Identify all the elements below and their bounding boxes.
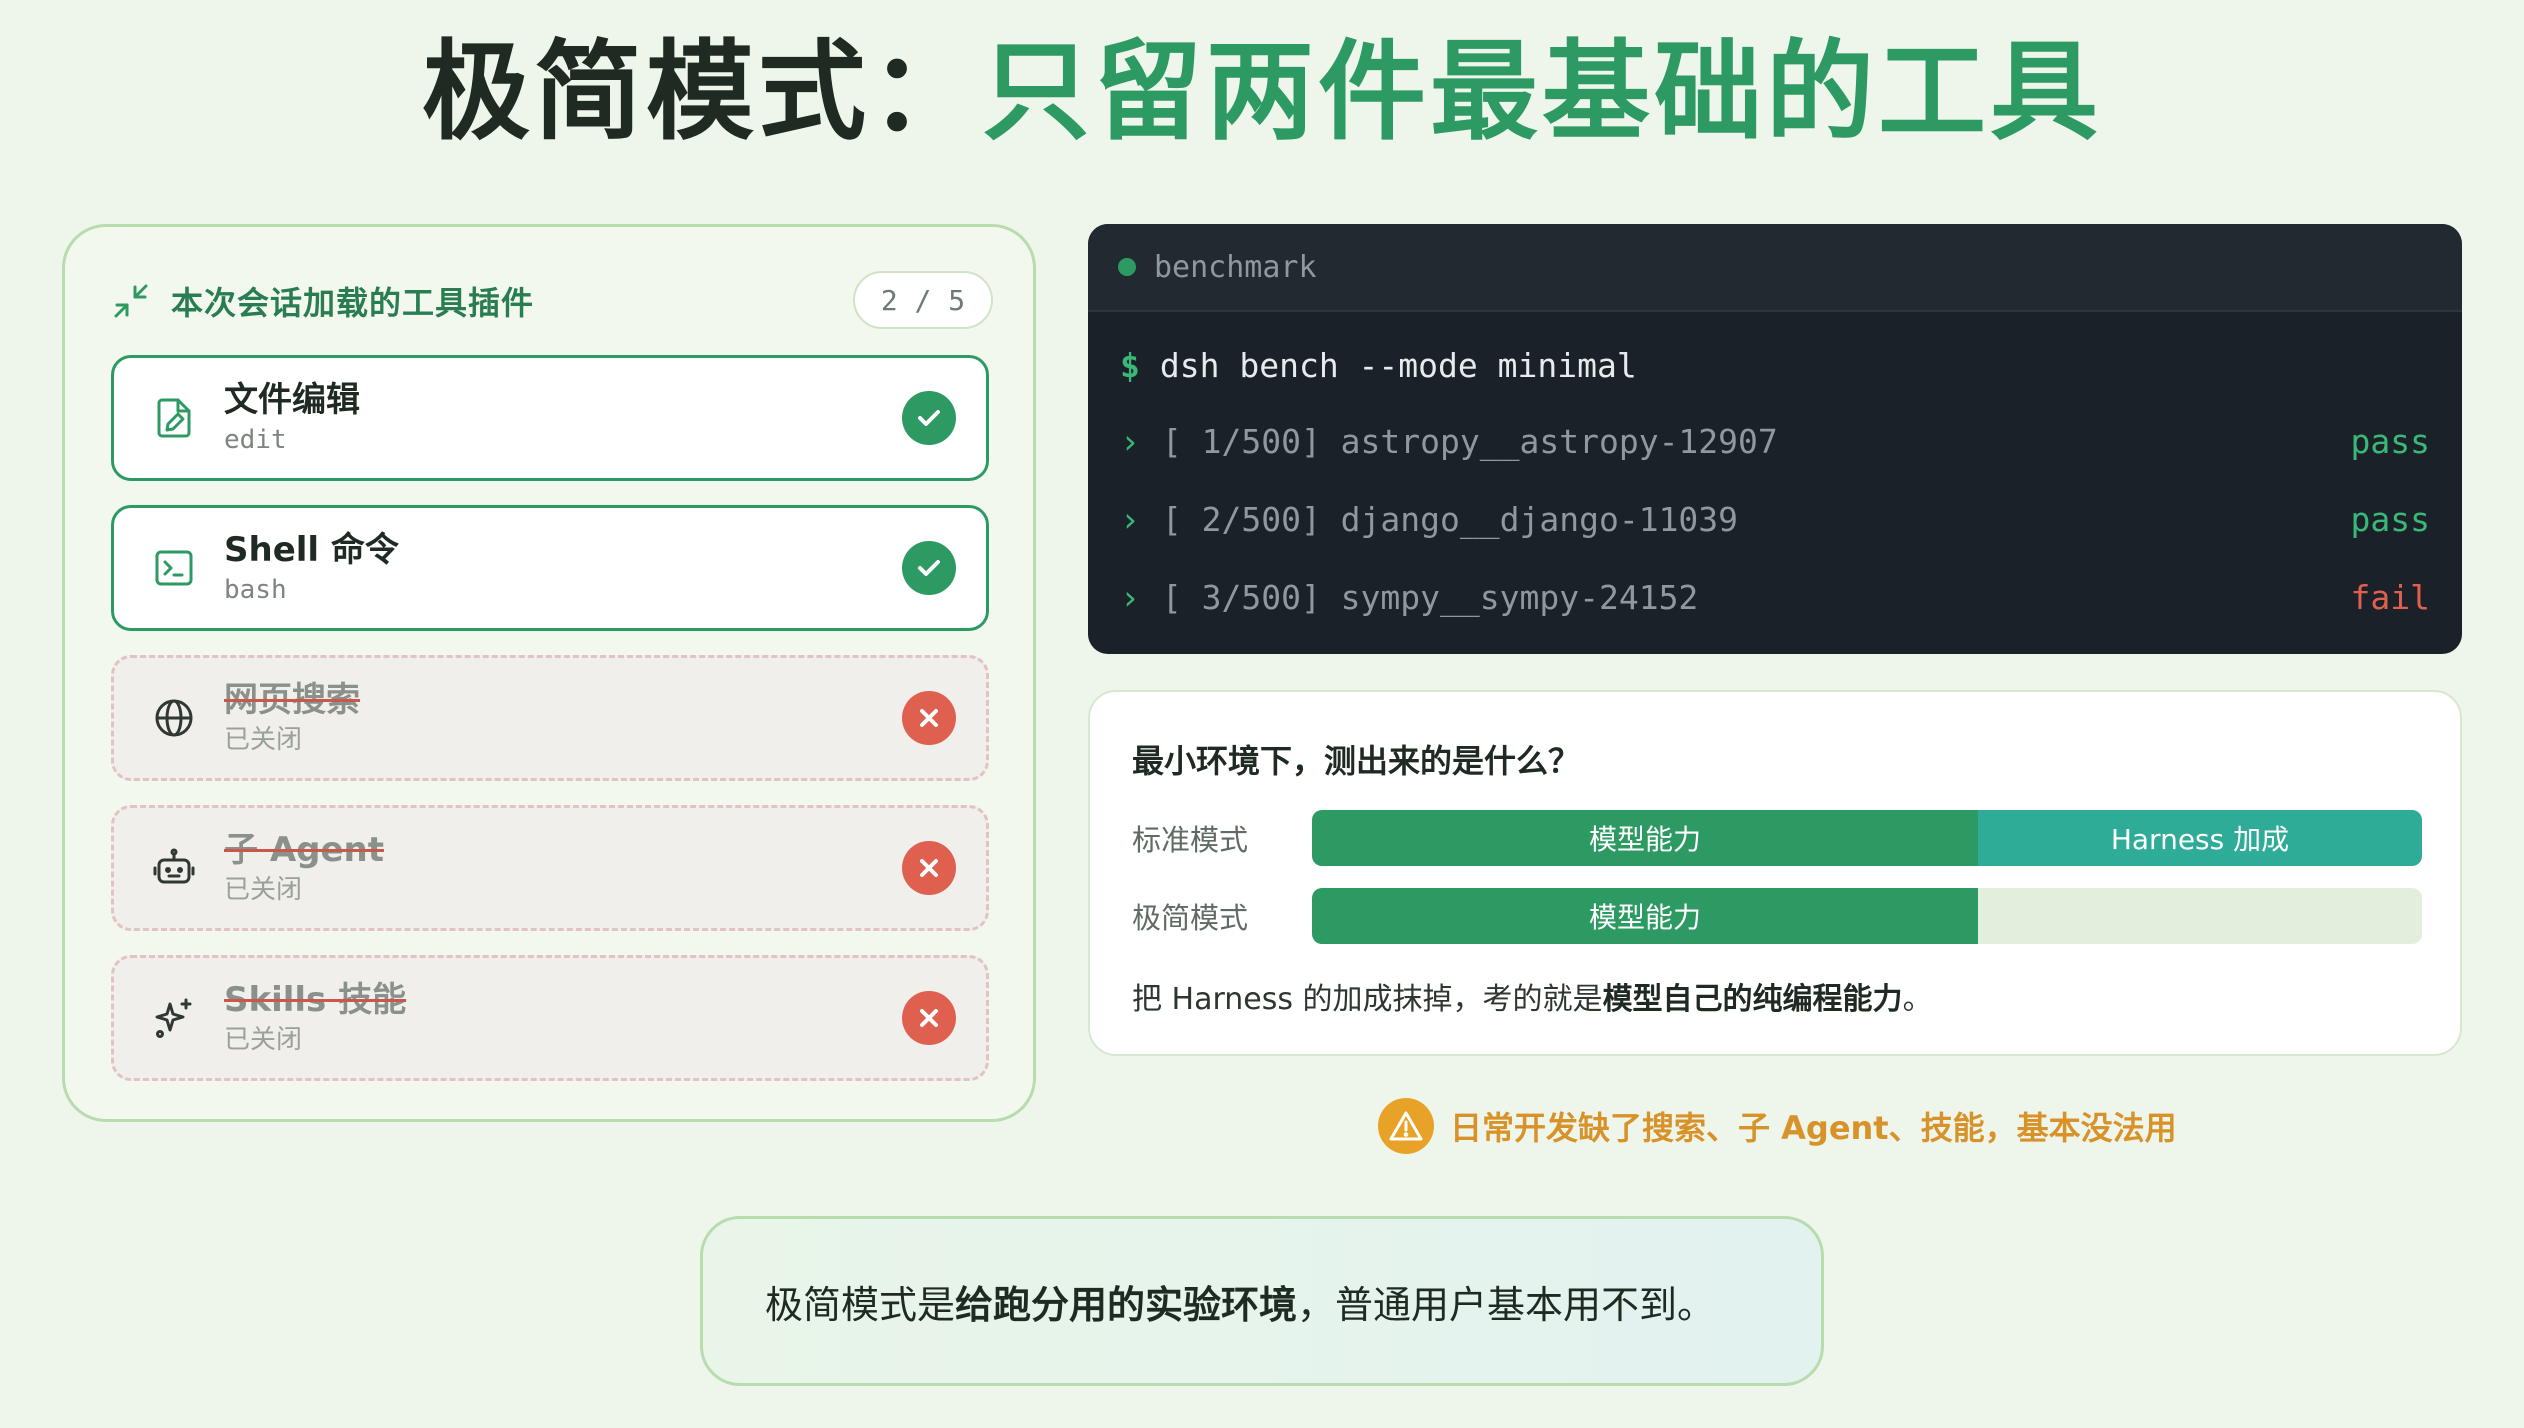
tool-text: Shell 命令 bash bbox=[224, 530, 902, 606]
robot-icon bbox=[153, 848, 195, 884]
result-status: pass bbox=[2350, 422, 2430, 461]
panel-title: 本次会话加载的工具插件 bbox=[171, 284, 535, 322]
enabled-check-icon bbox=[902, 391, 956, 445]
tool-id: edit bbox=[224, 424, 287, 455]
tool-status: 已关闭 bbox=[224, 874, 303, 905]
tool-card-sub-agent[interactable]: 子 Agent 已关闭 bbox=[111, 805, 989, 931]
file-edit-icon bbox=[157, 398, 191, 438]
chevron-right-icon: › bbox=[1120, 500, 1140, 539]
page-title: 极简模式：只留两件最基础的工具 bbox=[0, 28, 2524, 158]
tool-name: 子 Agent bbox=[224, 830, 385, 870]
result-row: › [ 3/500] sympy__sympy-24152 fail bbox=[1120, 578, 2430, 617]
tool-name: Shell 命令 bbox=[224, 530, 399, 570]
callout-suffix: ，普通用户基本用不到。 bbox=[1297, 1282, 1716, 1327]
tool-status: 已关闭 bbox=[224, 1024, 303, 1055]
tool-status: 已关闭 bbox=[224, 724, 303, 755]
tool-name: Skills 技能 bbox=[224, 980, 407, 1020]
callout-emphasis: 给跑分用的实验环境 bbox=[955, 1282, 1298, 1327]
benchmark-terminal: benchmark $ dsh bench --mode minimal › [… bbox=[1088, 224, 2462, 654]
sparkle-icon bbox=[155, 998, 192, 1038]
panel-header: 本次会话加载的工具插件 2 / 5 bbox=[111, 271, 993, 331]
result-status: pass bbox=[2350, 500, 2430, 539]
callout-prefix: 极简模式是 bbox=[765, 1282, 956, 1327]
tool-card-skills[interactable]: Skills 技能 已关闭 bbox=[111, 955, 989, 1081]
task-id: [ 3/500] sympy__sympy-24152 bbox=[1161, 578, 1699, 617]
terminal-title-bar: benchmark bbox=[1088, 224, 2462, 312]
tool-card-bash[interactable]: Shell 命令 bash bbox=[111, 505, 989, 631]
tool-card-edit[interactable]: 文件编辑 edit bbox=[111, 355, 989, 481]
row-label: 极简模式 bbox=[1132, 901, 1249, 935]
terminal-title: benchmark bbox=[1154, 249, 1317, 285]
command-line: $ dsh bench --mode minimal bbox=[1120, 346, 2430, 385]
tool-count-badge: 2 / 5 bbox=[853, 271, 993, 329]
result-status: fail bbox=[2350, 578, 2430, 617]
capability-bar: 模型能力 bbox=[1312, 888, 2422, 944]
task-id: [ 2/500] django__django-11039 bbox=[1161, 500, 1739, 539]
standard-mode-row: 标准模式 模型能力 Harness 加成 bbox=[1132, 810, 2422, 866]
collapse-icon bbox=[114, 284, 148, 318]
title-accent: 只留两件最基础的工具 bbox=[982, 30, 2103, 155]
tool-text: 文件编辑 edit bbox=[224, 380, 902, 456]
tool-name: 文件编辑 bbox=[224, 380, 360, 420]
summary-callout: 极简模式是 给跑分用的实验环境 ，普通用户基本用不到。 bbox=[700, 1216, 1824, 1386]
tool-text: Skills 技能 已关闭 bbox=[224, 980, 902, 1056]
slide: 极简模式：只留两件最基础的工具 本次会话加载的工具插件 2 / 5 文件编辑 e… bbox=[0, 0, 2524, 1428]
warning-icon bbox=[1378, 1098, 1434, 1154]
terminal-icon bbox=[155, 550, 193, 586]
enabled-check-icon bbox=[902, 541, 956, 595]
status-dot-icon bbox=[1118, 258, 1136, 276]
model-capability-segment: 模型能力 bbox=[1312, 888, 1978, 944]
capability-bar: 模型能力 Harness 加成 bbox=[1312, 810, 2422, 866]
command-text: dsh bench --mode minimal bbox=[1159, 346, 1637, 385]
tool-id: bash bbox=[224, 574, 287, 605]
warning-text: 日常开发缺了搜索、子 Agent、技能，基本没法用 bbox=[1450, 1109, 2177, 1147]
note-suffix: 。 bbox=[1902, 982, 1933, 1017]
chevron-right-icon: › bbox=[1120, 578, 1140, 617]
tool-plugin-panel: 本次会话加载的工具插件 2 / 5 文件编辑 edit Shell 命令 bas… bbox=[62, 224, 1036, 1122]
row-label: 标准模式 bbox=[1132, 823, 1249, 857]
result-row: › [ 2/500] django__django-11039 pass bbox=[1120, 500, 2430, 539]
disabled-x-icon bbox=[902, 991, 956, 1045]
note-emphasis: 模型自己的纯编程能力 bbox=[1602, 982, 1903, 1017]
note-prefix: 把 Harness 的加成抹掉，考的就是 bbox=[1132, 982, 1603, 1017]
task-id: [ 1/500] astropy__astropy-12907 bbox=[1161, 422, 1778, 461]
title-main: 极简模式： bbox=[421, 30, 982, 155]
harness-bonus-segment: Harness 加成 bbox=[1978, 810, 2422, 866]
tool-card-web-search[interactable]: 网页搜索 已关闭 bbox=[111, 655, 989, 781]
model-capability-segment: 模型能力 bbox=[1312, 810, 1978, 866]
comparison-note: 把 Harness 的加成抹掉，考的就是模型自己的纯编程能力。 bbox=[1132, 974, 1933, 1018]
chevron-right-icon: › bbox=[1120, 422, 1140, 461]
minimal-mode-row: 极简模式 模型能力 bbox=[1132, 888, 2422, 944]
tool-text: 网页搜索 已关闭 bbox=[224, 680, 902, 756]
warning-notice: 日常开发缺了搜索、子 Agent、技能，基本没法用 bbox=[1378, 1096, 2177, 1156]
tool-text: 子 Agent 已关闭 bbox=[224, 830, 902, 906]
result-row: › [ 1/500] astropy__astropy-12907 pass bbox=[1120, 422, 2430, 461]
comparison-question: 最小环境下，测出来的是什么？ bbox=[1132, 742, 1581, 780]
globe-icon bbox=[155, 699, 193, 737]
prompt-symbol: $ bbox=[1120, 346, 1140, 385]
disabled-x-icon bbox=[902, 841, 956, 895]
tool-name: 网页搜索 bbox=[224, 680, 360, 720]
mode-comparison-card: 最小环境下，测出来的是什么？ 标准模式 模型能力 Harness 加成 极简模式… bbox=[1088, 690, 2462, 1056]
disabled-x-icon bbox=[902, 691, 956, 745]
